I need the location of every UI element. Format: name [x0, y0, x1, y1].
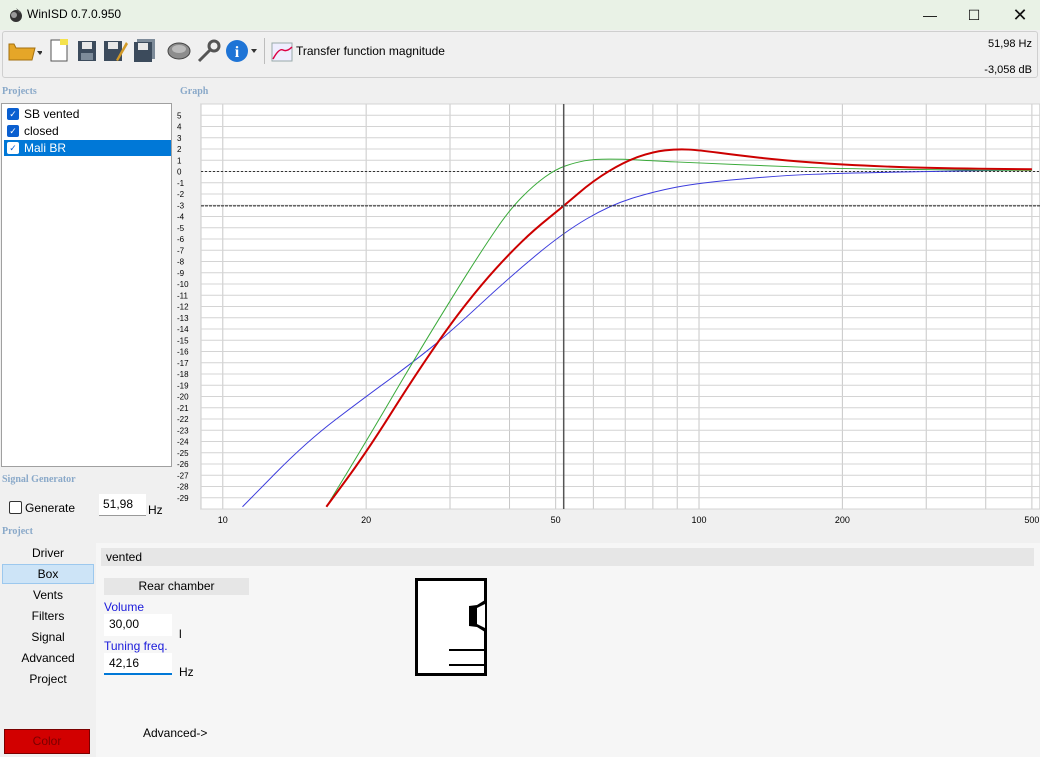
- project-item-sb-vented[interactable]: ✓ SB vented: [4, 106, 171, 122]
- cursor-frequency-readout: 51,98 Hz: [987, 38, 1032, 50]
- y-tick-label: -2: [177, 190, 185, 199]
- graph-type-selector[interactable]: Transfer function magnitude: [296, 44, 445, 58]
- nav-project[interactable]: Project: [2, 669, 94, 689]
- project-name: closed: [24, 124, 59, 138]
- y-tick-label: -24: [177, 438, 189, 447]
- nav-vents[interactable]: Vents: [2, 585, 94, 605]
- x-tick-label: 20: [361, 515, 371, 525]
- x-tick-label: 500: [1024, 515, 1039, 525]
- nav-signal[interactable]: Signal: [2, 627, 94, 647]
- info-icon[interactable]: i: [225, 38, 261, 64]
- checkbox-checked-icon[interactable]: ✓: [7, 142, 19, 154]
- wrench-icon[interactable]: [196, 38, 222, 64]
- y-tick-label: -1: [177, 179, 185, 188]
- y-tick-label: -27: [177, 471, 189, 480]
- signal-generator-section-label: Signal Generator: [2, 474, 76, 485]
- y-tick-label: -11: [177, 291, 189, 300]
- nav-advanced[interactable]: Advanced: [2, 648, 94, 668]
- projects-list[interactable]: ✓ SB vented ✓ closed ✓ Mali BR: [1, 103, 172, 467]
- minimize-button[interactable]: —: [907, 0, 953, 30]
- y-tick-label: 0: [177, 168, 182, 177]
- x-tick-label: 100: [692, 515, 707, 525]
- y-tick-label: -28: [177, 483, 189, 492]
- volume-label: Volume: [104, 600, 145, 614]
- y-tick-label: -5: [177, 224, 185, 233]
- project-name: Mali BR: [24, 141, 67, 155]
- transfer-function-graph[interactable]: 543210-1-2-3-4-5-6-7-8-9-10-11-12-13-14-…: [173, 99, 1040, 525]
- save-as-icon[interactable]: [102, 38, 128, 64]
- y-tick-label: -18: [177, 370, 189, 379]
- y-tick-label: -12: [177, 303, 189, 312]
- y-tick-label: -26: [177, 460, 189, 469]
- y-tick-label: 2: [177, 145, 182, 154]
- y-tick-label: -3: [177, 201, 185, 210]
- app-icon: [10, 8, 22, 22]
- y-tick-label: -13: [177, 314, 189, 323]
- project-name: SB vented: [24, 107, 80, 121]
- toolbar-separator: [264, 38, 265, 64]
- project-item-mali-br[interactable]: ✓ Mali BR: [4, 140, 171, 156]
- project-section-label: Project: [2, 526, 33, 537]
- tuning-freq-input[interactable]: 42,16: [104, 653, 172, 675]
- color-button[interactable]: Color: [4, 729, 90, 754]
- tuning-freq-label: Tuning freq.: [104, 639, 168, 653]
- x-tick-label: 200: [835, 515, 850, 525]
- driver-icon[interactable]: [166, 38, 192, 64]
- y-tick-label: -23: [177, 426, 189, 435]
- y-tick-label: -29: [177, 494, 189, 503]
- y-tick-label: 1: [177, 156, 182, 165]
- svg-text:i: i: [235, 44, 240, 61]
- x-tick-label: 50: [551, 515, 561, 525]
- box-type-selector[interactable]: vented: [101, 548, 1034, 566]
- y-tick-label: -20: [177, 393, 189, 402]
- graph-icon[interactable]: [271, 42, 293, 62]
- y-tick-label: 3: [177, 134, 182, 143]
- open-folder-icon[interactable]: [8, 38, 42, 64]
- y-tick-label: -8: [177, 258, 185, 267]
- generator-frequency-unit: Hz: [148, 503, 163, 517]
- y-tick-label: -16: [177, 348, 189, 357]
- generator-frequency-input[interactable]: 51,98: [99, 494, 146, 516]
- y-tick-label: -6: [177, 235, 185, 244]
- maximize-button[interactable]: ☐: [951, 0, 997, 30]
- y-tick-label: -21: [177, 404, 189, 413]
- y-tick-label: -22: [177, 415, 189, 424]
- close-button[interactable]: ✕: [997, 0, 1040, 30]
- y-tick-label: -9: [177, 269, 185, 278]
- nav-driver[interactable]: Driver: [2, 543, 94, 563]
- new-file-icon[interactable]: [48, 38, 70, 64]
- y-tick-label: -19: [177, 381, 189, 390]
- y-tick-label: -4: [177, 213, 185, 222]
- graph-section-label: Graph: [180, 86, 209, 97]
- box-panel: [96, 543, 1040, 757]
- cursor-level-readout: -3,058 dB: [984, 64, 1032, 76]
- y-tick-label: 4: [177, 123, 182, 132]
- y-tick-label: -15: [177, 336, 189, 345]
- project-item-closed[interactable]: ✓ closed: [4, 123, 171, 139]
- title-bar: [0, 0, 1040, 30]
- y-tick-label: -14: [177, 325, 189, 334]
- save-all-icon[interactable]: [132, 38, 158, 64]
- nav-filters[interactable]: Filters: [2, 606, 94, 626]
- window-title: WinISD 0.7.0.950: [27, 7, 122, 21]
- y-tick-label: -17: [177, 359, 189, 368]
- x-tick-label: 10: [218, 515, 228, 525]
- vented-box-diagram: [415, 578, 487, 676]
- projects-section-label: Projects: [2, 86, 37, 97]
- checkbox-checked-icon[interactable]: ✓: [7, 108, 19, 120]
- rear-chamber-header: Rear chamber: [104, 578, 249, 595]
- nav-box[interactable]: Box: [2, 564, 94, 584]
- save-icon[interactable]: [76, 38, 98, 64]
- generate-label: Generate: [25, 501, 76, 515]
- tuning-freq-unit: Hz: [179, 665, 194, 679]
- checkbox-checked-icon[interactable]: ✓: [7, 125, 19, 137]
- y-tick-label: -7: [177, 246, 185, 255]
- y-tick-label: 5: [177, 111, 182, 120]
- y-tick-label: -10: [177, 280, 189, 289]
- advanced-button[interactable]: Advanced->: [143, 726, 207, 740]
- volume-unit: l: [179, 627, 182, 641]
- y-tick-label: -25: [177, 449, 189, 458]
- volume-input[interactable]: 30,00: [104, 614, 172, 636]
- generate-checkbox[interactable]: [9, 501, 22, 514]
